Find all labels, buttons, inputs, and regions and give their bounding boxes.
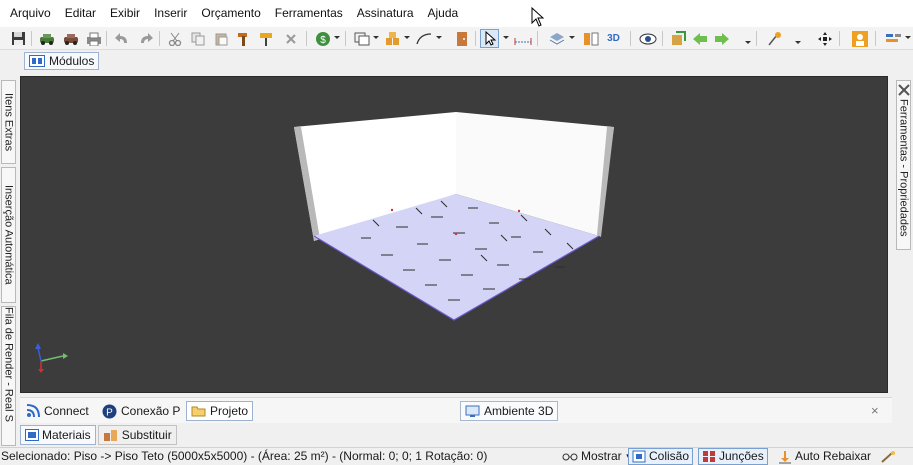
diamond-move-icon[interactable] <box>815 29 834 48</box>
cut-icon[interactable] <box>165 29 184 48</box>
tools-icon <box>897 84 910 96</box>
arrow-left-icon[interactable] <box>690 29 709 48</box>
save-icon[interactable] <box>9 29 28 48</box>
tab-modulos-label: Módulos <box>49 54 95 68</box>
viewport-3d[interactable] <box>20 76 888 393</box>
colisao-toggle[interactable]: Colisão <box>628 448 694 465</box>
tab-ferramentas-label: Ferramentas - Propriedades <box>897 99 910 237</box>
collision-icon <box>632 450 646 463</box>
lower-icon <box>779 450 791 463</box>
right-side-tabs: Ferramentas - Propriedades <box>893 76 913 446</box>
rss-icon <box>26 404 40 418</box>
paint-roller-icon[interactable] <box>257 29 276 48</box>
axis-gizmo <box>35 343 68 373</box>
copy-icon[interactable] <box>188 29 207 48</box>
mouse-cursor-icon <box>531 7 544 27</box>
auto-rebaixar-toggle[interactable]: Auto Rebaixar <box>778 448 871 465</box>
3d-icon[interactable]: 3D <box>604 29 623 48</box>
eye-icon[interactable] <box>638 29 657 48</box>
label-3d: 3D <box>607 33 620 44</box>
status-bar: Selecionado: Piso -> Piso Teto (5000x5x5… <box>0 447 913 465</box>
menu-exibir[interactable]: Exibir <box>103 0 147 27</box>
tab-itens-extras-label: Itens Extras <box>2 92 15 152</box>
tab-fila-render-label: Fila de Render - Real S <box>2 307 15 422</box>
mostrar-button[interactable]: Mostrar ▼ <box>562 448 633 465</box>
connection-icon: P <box>102 404 117 418</box>
pointer-icon[interactable] <box>480 29 499 48</box>
menu-ferramentas[interactable]: Ferramentas <box>268 0 350 27</box>
undo-icon[interactable] <box>112 29 131 48</box>
tab-conexao[interactable]: P Conexão P <box>98 401 184 421</box>
arrow-right-icon[interactable] <box>712 29 731 48</box>
monitor-icon <box>465 405 480 417</box>
colisao-label: Colisão <box>649 449 690 463</box>
glasses-icon <box>562 453 578 460</box>
pen-icon[interactable] <box>414 29 433 48</box>
menu-editar[interactable]: Editar <box>58 0 103 27</box>
tab-projeto-label: Projeto <box>210 404 249 418</box>
lamp-icon[interactable] <box>764 29 783 48</box>
svg-text:P: P <box>106 407 113 418</box>
delete-icon[interactable] <box>281 29 300 48</box>
menu-arquivo[interactable]: Arquivo <box>3 0 58 27</box>
tab-insercao-automatica-label: Inserção Automática <box>2 185 15 285</box>
juncoes-toggle[interactable]: Junções <box>698 448 768 465</box>
materials-tabs: Materiais Substituir <box>20 425 177 446</box>
menu-assinatura[interactable]: Assinatura <box>350 0 421 27</box>
layers-icon[interactable] <box>547 29 566 48</box>
person-icon[interactable] <box>850 29 869 48</box>
auto-rebaixar-label: Auto Rebaixar <box>795 449 872 463</box>
close-icon[interactable]: × <box>871 403 879 418</box>
chart-icon[interactable] <box>884 29 903 48</box>
tab-connect-label: Connect <box>44 404 89 418</box>
money-icon[interactable]: $ <box>313 29 332 48</box>
selection-status: Selecionado: Piso -> Piso Teto (5000x5x5… <box>1 449 488 463</box>
bottom-panel-tabs: Connect P Conexão P Projeto Ambiente 3D … <box>20 397 892 423</box>
menu-bar: Arquivo Editar Exibir Inserir Orçamento … <box>0 0 913 27</box>
left-side-tabs: Itens Extras Inserção Automática Fila de… <box>0 76 17 446</box>
folder-icon <box>191 406 206 417</box>
print-icon[interactable] <box>84 29 103 48</box>
door-icon[interactable] <box>452 29 471 48</box>
mostrar-label: Mostrar <box>581 449 622 463</box>
menu-ajuda[interactable]: Ajuda <box>421 0 466 27</box>
replace-icon <box>103 430 117 441</box>
joints-icon <box>703 451 715 462</box>
layout-icon[interactable] <box>352 29 371 48</box>
hammer-icon[interactable] <box>234 29 253 48</box>
tab-substituir[interactable]: Substituir <box>97 425 177 445</box>
tab-fila-render[interactable]: Fila de Render - Real S <box>1 306 16 446</box>
tab-modulos[interactable]: Módulos <box>24 52 100 70</box>
split-icon[interactable] <box>581 29 600 48</box>
svg-text:$: $ <box>320 35 326 46</box>
tab-insercao-automatica[interactable]: Inserção Automática <box>1 167 16 303</box>
paste-icon[interactable] <box>211 29 230 48</box>
tab-substituir-label: Substituir <box>121 428 172 442</box>
menu-inserir[interactable]: Inserir <box>147 0 194 27</box>
tab-conexao-label: Conexão P <box>121 404 181 418</box>
menu-orcamento[interactable]: Orçamento <box>194 0 267 27</box>
wand-icon <box>881 450 895 463</box>
tab-itens-extras[interactable]: Itens Extras <box>1 80 16 164</box>
car-icon[interactable] <box>37 29 56 48</box>
boxes-icon[interactable] <box>383 29 402 48</box>
tab-ambiente-label: Ambiente 3D <box>484 404 554 418</box>
redo-icon[interactable] <box>136 29 155 48</box>
main-toolbar: $ 3D <box>0 27 913 50</box>
tab-connect[interactable]: Connect <box>22 401 93 421</box>
car-icon[interactable] <box>61 29 80 48</box>
tab-projeto[interactable]: Projeto <box>186 401 254 421</box>
scene-3d <box>35 112 614 373</box>
tab-ambiente-3d[interactable]: Ambiente 3D <box>460 401 559 421</box>
dimension-icon[interactable] <box>513 29 532 48</box>
tab-materiais-label: Materiais <box>42 428 91 442</box>
magic-wand-button[interactable] <box>880 448 896 465</box>
juncoes-label: Junções <box>719 449 764 463</box>
materials-icon <box>25 429 39 441</box>
tab-ferramentas-propriedades[interactable]: Ferramentas - Propriedades <box>896 80 911 250</box>
render-icon[interactable] <box>668 29 687 48</box>
modules-icon <box>29 55 45 67</box>
tab-materiais[interactable]: Materiais <box>20 425 96 445</box>
